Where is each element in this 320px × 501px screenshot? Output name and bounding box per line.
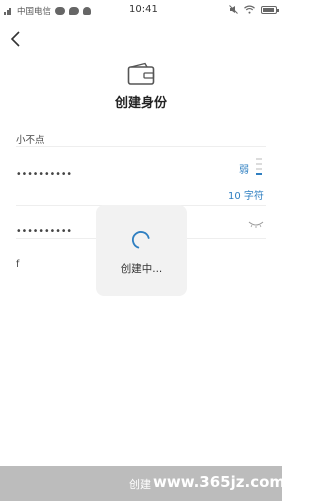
create-button[interactable]: 创建 www.365jz.com: [0, 466, 286, 501]
sim-signal-icon: [4, 7, 13, 15]
page-title: 创建身份: [114, 96, 167, 111]
carrier-name: 中国电信: [17, 7, 52, 17]
repeat-password-value: ••••••••••: [16, 226, 73, 237]
loading-spinner-icon: [132, 231, 150, 249]
loading-text: 创建中...: [120, 263, 163, 275]
password-value: ••••••••••: [16, 169, 73, 180]
password-strength-bars: [256, 158, 262, 176]
identity-name-field[interactable]: 小不点: [16, 128, 266, 147]
watermark: www.365jz.com: [153, 473, 286, 491]
back-button[interactable]: [8, 30, 26, 48]
status-time: 10:41: [129, 4, 158, 15]
divider: [16, 146, 266, 147]
password-strength-label: 弱: [239, 165, 249, 176]
password-length-label: 10 字符: [228, 191, 264, 202]
identity-name-value: 小不点: [16, 135, 45, 146]
password-field[interactable]: ••••••••••: [16, 162, 266, 181]
eye-closed-icon[interactable]: [248, 220, 264, 228]
mute-icon: [229, 5, 238, 14]
status-bar: 中国电信 10:41: [0, 0, 282, 20]
password-hint-value: f: [16, 259, 20, 270]
qq-icon: [83, 7, 92, 15]
status-right: [229, 5, 279, 14]
create-button-label: 创建: [129, 478, 151, 491]
wechat-icon: [55, 7, 66, 15]
loading-dialog: 创建中...: [96, 205, 187, 296]
chevron-left-icon: [10, 31, 20, 47]
wifi-icon: [244, 5, 255, 14]
status-left: 中国电信: [4, 5, 92, 17]
message-icon: [69, 7, 80, 15]
create-identity-screen: 中国电信 10:41 创建身份 小不点 •••••••••• 弱 10 字符 •…: [0, 0, 286, 501]
battery-icon: [261, 5, 279, 14]
wallet-icon: [127, 62, 155, 85]
